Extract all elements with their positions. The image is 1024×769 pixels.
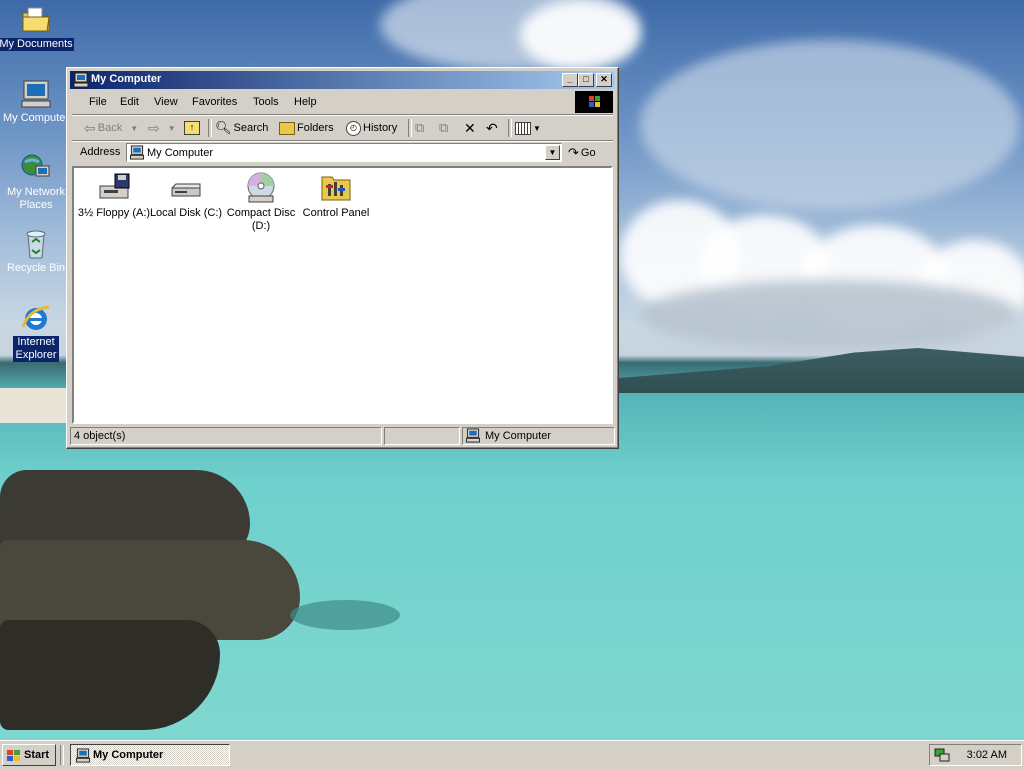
address-field[interactable]: My Computer ▼ <box>126 143 562 162</box>
taskbar-separator <box>60 745 64 765</box>
undo-icon: ↶ <box>486 119 498 136</box>
windows-logo <box>575 91 613 113</box>
desktop-icon-my-documents[interactable]: My Documents <box>0 4 74 51</box>
menu-view[interactable]: View <box>154 96 178 108</box>
computer-icon <box>20 78 52 110</box>
copy-to-button[interactable]: ⧉ <box>439 118 448 138</box>
minimize-button[interactable]: _ <box>562 73 578 87</box>
folder-item-control-panel[interactable]: Control Panel <box>296 172 376 220</box>
views-icon <box>515 121 531 135</box>
menu-file[interactable]: File <box>89 96 107 108</box>
menu-bar: File Edit View Favorites Tools Help <box>72 91 613 113</box>
desktop-icon-label: My Documents <box>0 38 74 51</box>
recycle-bin-icon <box>20 228 52 260</box>
forward-button[interactable]: ⇨ ▼ <box>148 118 176 138</box>
status-size-panel <box>384 427 460 445</box>
desktop-icon-my-network-places[interactable]: My Network Places <box>0 152 74 212</box>
address-value: My Computer <box>147 147 214 159</box>
back-arrow-icon: ⇦ <box>84 119 96 136</box>
desktop-icon-label: My Network Places <box>6 186 66 211</box>
network-tray-icon[interactable] <box>934 747 950 766</box>
menu-help[interactable]: Help <box>294 96 317 108</box>
desktop-icon-internet-explorer[interactable]: Internet Explorer <box>0 302 74 362</box>
title-bar[interactable]: My Computer _ □ ✕ <box>70 71 615 89</box>
drive-item-label: Compact Disc (D:) <box>226 207 296 232</box>
status-location: My Computer <box>485 430 552 442</box>
drive-item-local-disk[interactable]: Local Disk (C:) <box>146 172 226 220</box>
folders-button[interactable]: Folders <box>279 118 334 138</box>
drive-item-label: Local Disk (C:) <box>149 207 223 219</box>
menu-favorites[interactable]: Favorites <box>192 96 237 108</box>
move-to-button[interactable]: ⧉ <box>415 118 424 138</box>
desktop-icon-my-computer[interactable]: My Computer <box>0 78 74 125</box>
folders-icon <box>279 121 295 135</box>
chevron-down-icon: ▼ <box>130 123 139 133</box>
taskbar: Start My Computer 3:02 AM <box>0 740 1024 769</box>
network-icon <box>20 152 52 184</box>
folder-item-label: Control Panel <box>302 207 370 219</box>
history-button[interactable]: ◴ History <box>346 118 397 138</box>
address-dropdown-button[interactable]: ▼ <box>545 145 560 160</box>
folder-icon <box>20 4 52 36</box>
start-button[interactable]: Start <box>2 744 56 766</box>
drive-item-compact-disc[interactable]: Compact Disc (D:) <box>221 172 301 233</box>
desktop-icon-recycle-bin[interactable]: Recycle Bin <box>0 228 74 275</box>
address-label: Address <box>80 146 121 158</box>
undo-button[interactable]: ↶ <box>486 118 498 138</box>
close-button[interactable]: ✕ <box>596 73 612 87</box>
search-icon: 🔍︎ <box>215 120 232 135</box>
file-view[interactable]: 3½ Floppy (A:) Local Disk (C:) Compact D… <box>72 166 613 424</box>
window-title: My Computer <box>91 73 162 85</box>
control-panel-icon <box>319 172 353 204</box>
copy-to-icon: ⧉ <box>439 120 449 135</box>
taskbar-task-my-computer[interactable]: My Computer <box>70 744 230 766</box>
desktop-icon-label: Internet Explorer <box>13 336 59 362</box>
menu-edit[interactable]: Edit <box>120 96 139 108</box>
search-button[interactable]: 🔍︎ Search <box>215 118 268 138</box>
hard-disk-icon <box>169 172 203 204</box>
my-computer-window[interactable]: My Computer _ □ ✕ File Edit View Favorit… <box>66 67 619 449</box>
up-button[interactable]: ↑ <box>184 118 200 138</box>
status-zone-panel: My Computer <box>462 427 615 445</box>
status-object-count: 4 object(s) <box>70 427 382 445</box>
views-button[interactable]: ▼ <box>515 118 541 138</box>
windows-flag-icon <box>6 749 22 766</box>
status-bar: 4 object(s) My Computer <box>70 427 615 445</box>
computer-icon <box>75 748 91 766</box>
back-button[interactable]: ⇦ Back ▼ <box>84 118 138 138</box>
history-icon: ◴ <box>346 120 361 136</box>
floppy-drive-icon <box>97 172 131 204</box>
go-arrow-icon: ↷ <box>568 145 579 160</box>
menu-tools[interactable]: Tools <box>253 96 279 108</box>
drive-item-label: 3½ Floppy (A:) <box>77 207 151 219</box>
go-button[interactable]: ↷ Go <box>568 143 596 163</box>
computer-icon <box>129 145 145 163</box>
delete-button[interactable]: ✕ <box>464 118 476 138</box>
clock[interactable]: 3:02 AM <box>967 749 1007 761</box>
internet-explorer-icon <box>20 302 52 334</box>
system-tray: 3:02 AM <box>929 744 1022 766</box>
address-bar: Address My Computer ▼ ↷ Go <box>72 140 613 165</box>
drive-item-floppy[interactable]: 3½ Floppy (A:) <box>74 172 154 220</box>
desktop-icon-label: My Computer <box>2 112 70 124</box>
computer-icon <box>465 428 481 446</box>
delete-icon: ✕ <box>464 119 476 136</box>
cd-drive-icon <box>244 172 278 204</box>
maximize-button[interactable]: □ <box>578 73 594 87</box>
desktop-icon-label: Recycle Bin <box>6 262 66 274</box>
up-folder-icon: ↑ <box>184 121 200 135</box>
standard-toolbar: ⇦ Back ▼ ⇨ ▼ ↑ 🔍︎ Search Folders ◴ Histo… <box>72 114 613 141</box>
computer-icon <box>73 72 89 88</box>
forward-arrow-icon: ⇨ <box>148 119 160 136</box>
chevron-down-icon: ▼ <box>533 123 541 133</box>
move-to-icon: ⧉ <box>415 120 425 135</box>
chevron-down-icon: ▼ <box>167 123 176 133</box>
